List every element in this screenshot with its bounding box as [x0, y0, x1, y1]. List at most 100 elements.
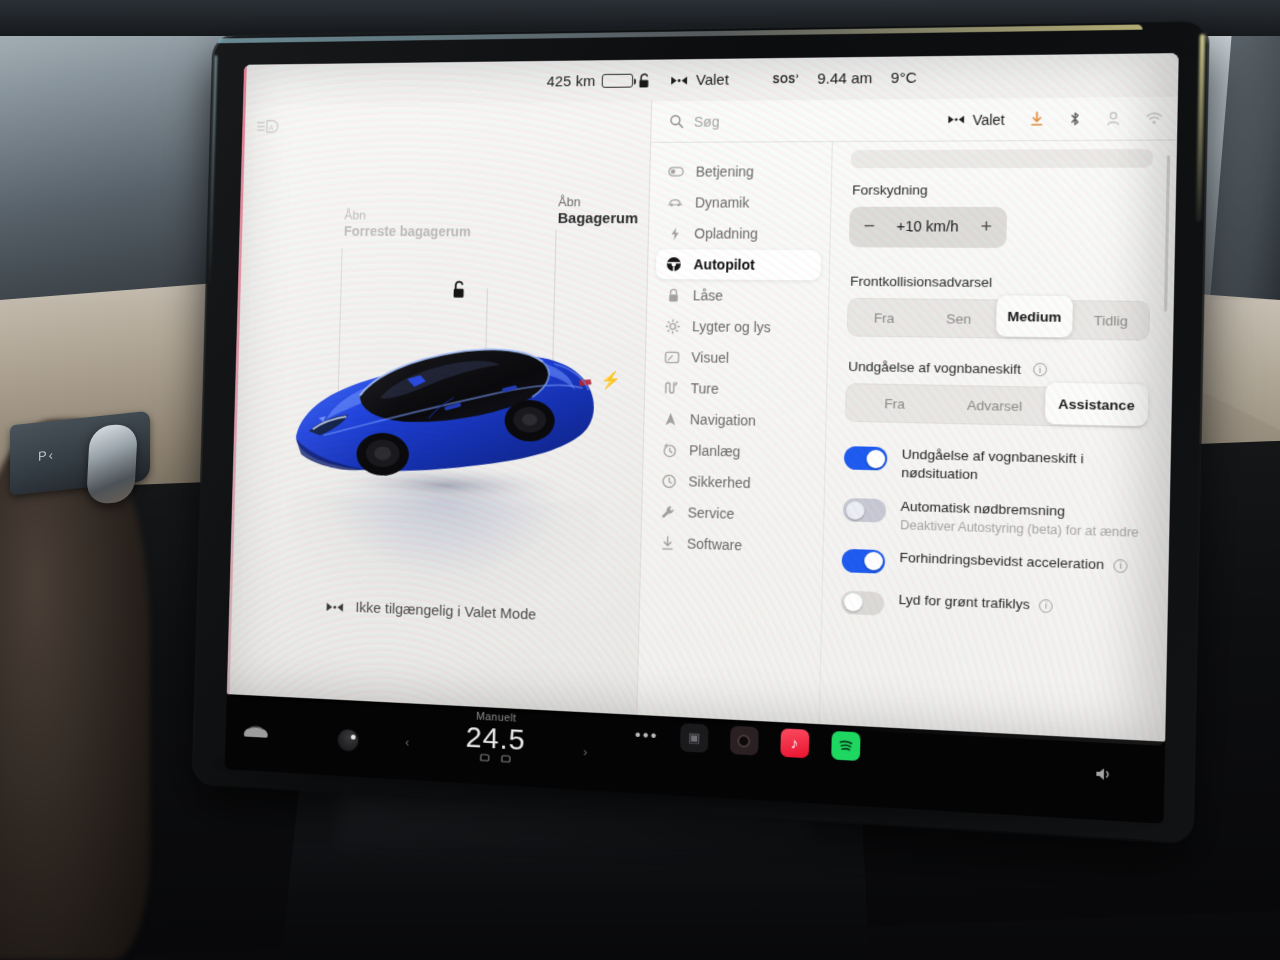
header-valet-button[interactable]: Valet — [947, 111, 1005, 128]
fcw-option-medium[interactable]: Medium — [995, 295, 1073, 338]
toggle-switch[interactable] — [840, 590, 885, 616]
toggle-switch[interactable] — [843, 446, 888, 471]
unlock-icon[interactable] — [451, 280, 469, 300]
toggle-switch[interactable] — [841, 548, 886, 574]
settings-menu: Betjening Dynamik Opladning Autopilot Lå… — [637, 142, 833, 729]
fcw-option-tidlig[interactable]: Tidlig — [1072, 300, 1150, 340]
range-indicator[interactable]: 425 km — [547, 72, 634, 90]
sos-button[interactable]: SOS› — [773, 71, 800, 87]
sidebar-label: Autopilot — [693, 256, 755, 273]
offset-decrease-button[interactable]: − — [863, 216, 875, 238]
climate-next-arrow[interactable]: › — [583, 744, 588, 759]
download-icon[interactable] — [1030, 111, 1044, 127]
lane-departure-segmented-control[interactable]: Fra Advarsel Assistance — [844, 382, 1149, 429]
toggle-label: Forhindringsbevidst acceleration i — [899, 548, 1128, 574]
valet-label: Valet — [695, 71, 729, 89]
volume-icon[interactable] — [1094, 765, 1115, 783]
front-trunk-action: Åbn — [344, 207, 366, 223]
sidebar-label: Service — [687, 504, 735, 522]
sidebar-item-visuel[interactable]: Visuel — [653, 342, 819, 375]
camera-recorder-icon[interactable] — [337, 728, 359, 752]
forward-collision-segmented-control[interactable]: Fra Sen Medium Tidlig — [846, 295, 1151, 341]
battery-icon — [602, 73, 634, 88]
bluetooth-icon[interactable] — [1069, 111, 1081, 127]
toggle-obstacle-aware-acceleration[interactable]: Forhindringsbevidst acceleration i — [841, 546, 1145, 582]
sidebar-item-betjening[interactable]: Betjening — [658, 156, 824, 186]
sidebar-label: Dynamik — [694, 194, 750, 211]
user-icon[interactable] — [1106, 111, 1120, 127]
info-icon[interactable]: i — [1039, 599, 1054, 614]
outside-temperature: 9°C — [890, 69, 917, 87]
sidebar-item-navigation[interactable]: Navigation — [652, 403, 818, 437]
seat-heater-icon[interactable] — [478, 752, 491, 763]
lane-option-assistance[interactable]: Assistance — [1044, 382, 1149, 427]
toggle-automatic-emergency-braking[interactable]: Automatisk nødbremsning Deaktiver Autost… — [842, 496, 1146, 540]
center-touchscreen[interactable]: 425 km Valet SOS› 9.44 am 9°C A Åbn Forr… — [193, 21, 1208, 849]
sidebar-item-laase[interactable]: Låse — [655, 280, 821, 312]
offset-stepper[interactable]: − +10 km/h + — [848, 206, 1008, 249]
app-dock: ••• ▣ ♪ — [635, 721, 861, 762]
sidebar-label: Visuel — [691, 349, 730, 366]
sidebar-item-opladning[interactable]: Opladning — [656, 218, 822, 249]
sidebar-item-sikkerhed[interactable]: Sikkerhed — [650, 465, 816, 500]
sidebar-item-service[interactable]: Service — [650, 496, 816, 531]
sidebar-item-ture[interactable]: Ture — [653, 373, 819, 406]
bowtie-icon — [671, 76, 688, 85]
car-image — [268, 302, 623, 525]
screenshot-root: P‹ 425 km Valet SOS› 9.44 am 9°C A Åbn F… — [0, 0, 1280, 960]
car-visualization-panel[interactable]: A Åbn Forreste bagagerum Åbn Bagagerum ⚡… — [226, 101, 653, 719]
toggle-switch[interactable] — [842, 497, 887, 523]
auto-headlight-icon[interactable]: A — [257, 118, 281, 135]
phone-app-icon[interactable]: ▣ — [679, 723, 709, 753]
more-dots-icon[interactable]: ••• — [635, 725, 659, 746]
air-vent-knob[interactable] — [85, 423, 139, 505]
toggle-label: Undgåelse af vognbaneskift i nødsituatio… — [901, 446, 1085, 482]
climate-control[interactable]: ‹ › Manuelt 24.5 — [405, 708, 588, 768]
info-icon[interactable]: i — [1032, 362, 1047, 377]
camera-app-icon[interactable] — [729, 725, 759, 756]
car-icon — [667, 197, 683, 207]
toggle-green-light-chime[interactable]: Lyd for grønt trafiklys i — [840, 588, 1145, 626]
unlock-icon[interactable] — [637, 72, 652, 89]
sidebar-item-planlaeg[interactable]: Planlæg — [651, 434, 817, 468]
front-trunk-label[interactable]: Åbn Forreste bagagerum — [344, 208, 472, 240]
autopilot-settings-pane: Forskydning − +10 km/h + Frontkollisions… — [820, 141, 1177, 746]
wifi-icon[interactable] — [1146, 111, 1162, 125]
clock-icon — [661, 442, 677, 457]
apple-music-app-icon[interactable]: ♪ — [780, 728, 810, 759]
valet-status[interactable]: Valet — [670, 71, 729, 89]
offset-label: Forskydning — [851, 182, 928, 198]
spotify-app-icon[interactable] — [831, 730, 861, 762]
offset-increase-button[interactable]: + — [980, 216, 992, 239]
toggle-label-text: Forhindringsbevidst acceleration — [899, 549, 1105, 572]
svg-text:A: A — [269, 123, 275, 132]
scrolled-partial-control[interactable] — [850, 148, 1154, 169]
scrollbar[interactable] — [1163, 155, 1171, 312]
air-vent-label: P‹ — [38, 447, 55, 464]
toggle-label: Lyd for grønt trafiklys i — [898, 590, 1054, 614]
steering-wheel-icon — [666, 256, 682, 272]
wrench-icon — [660, 504, 676, 519]
sun-icon — [664, 318, 680, 333]
climate-prev-arrow[interactable]: ‹ — [405, 735, 409, 750]
lane-option-fra[interactable]: Fra — [845, 383, 945, 424]
toggle-emergency-lane-departure[interactable]: Undgåelse af vognbaneskift i nødsituatio… — [843, 444, 1147, 488]
lane-option-advarsel[interactable]: Advarsel — [944, 385, 1046, 426]
lane-departure-label: Undgåelse af vognbaneskift i — [848, 359, 1149, 379]
main-body: A Åbn Forreste bagagerum Åbn Bagagerum ⚡… — [226, 96, 1178, 746]
car-reflection — [286, 492, 602, 612]
car-front-icon[interactable] — [242, 722, 270, 741]
sidebar-item-dynamik[interactable]: Dynamik — [657, 188, 823, 218]
front-trunk-name: Forreste bagagerum — [343, 223, 471, 240]
sidebar-item-software[interactable]: Software — [649, 527, 815, 563]
search-field[interactable]: Søg — [669, 112, 937, 130]
fcw-option-sen[interactable]: Sen — [921, 299, 997, 339]
seat — [0, 420, 150, 960]
sidebar-item-lygter-og-lys[interactable]: Lygter og lys — [654, 311, 820, 343]
fcw-option-fra[interactable]: Fra — [847, 298, 922, 338]
info-icon[interactable]: i — [1113, 559, 1128, 574]
seat-heater-icon[interactable] — [499, 753, 512, 764]
rear-trunk-label[interactable]: Åbn Bagagerum — [558, 194, 639, 228]
sidebar-item-autopilot[interactable]: Autopilot — [655, 249, 822, 281]
bowtie-icon — [948, 115, 965, 124]
